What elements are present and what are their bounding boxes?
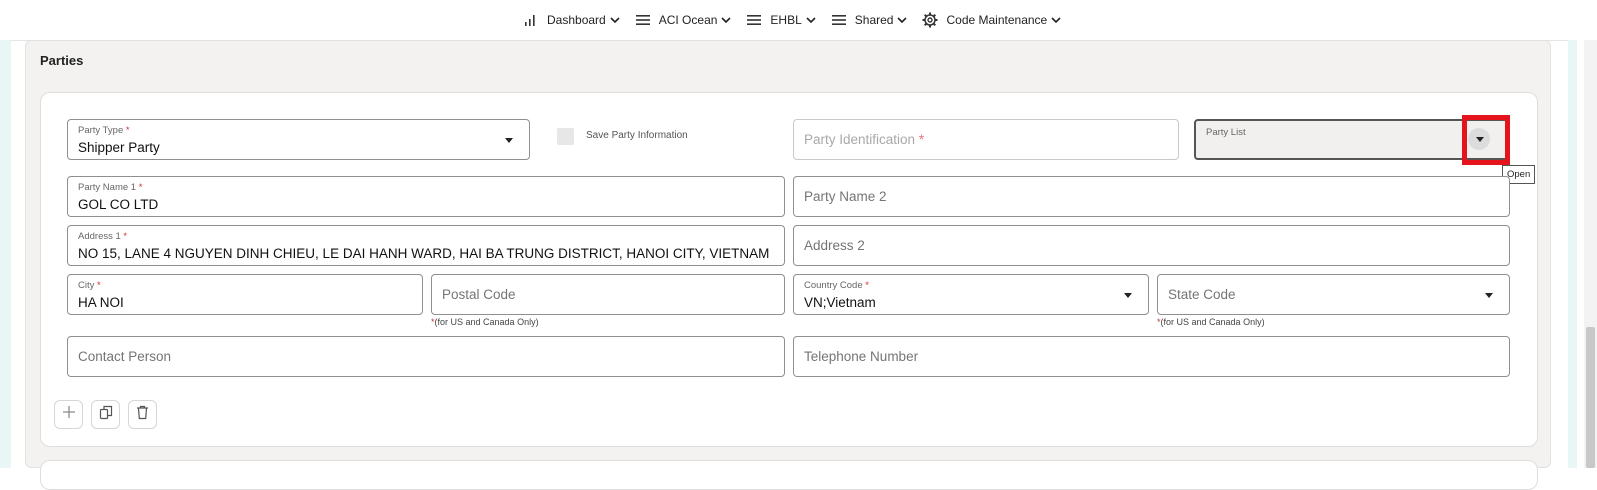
party-list-label: Party List [1206,127,1246,138]
nav-shared-label: Shared [854,13,894,27]
scrollbar-thumb[interactable] [1586,327,1595,468]
chevron-down-icon [1051,16,1061,24]
caret-down-icon [1485,293,1493,298]
state-code-placeholder: State Code [1168,287,1236,302]
party-name-2-field[interactable]: Party Name 2 [793,176,1510,217]
chevron-down-icon [721,16,731,24]
section-title: Parties [40,53,84,68]
city-value: HA NOI [78,295,124,310]
address-1-field[interactable]: Address 1 * NO 15, LANE 4 NGUYEN DINH CH… [67,225,785,266]
chevron-down-icon [610,16,620,24]
address-2-field[interactable]: Address 2 [793,225,1510,266]
nav-code-maintenance-label: Code Maintenance [946,13,1048,27]
menu-icon [634,11,652,29]
country-code-value: VN;Vietnam [804,295,876,310]
party-name-2-placeholder: Party Name 2 [804,189,887,204]
top-navigation: Dashboard ACI Ocean EHBL Shared Code Mai… [0,0,1597,41]
nav-code-maintenance[interactable]: Code Maintenance [921,10,1061,30]
nav-ehbl-label: EHBL [770,13,802,27]
bar-chart-icon [522,11,540,29]
postal-code-hint: (for US and Canada Only) [434,317,539,327]
required-mark: * [123,231,128,242]
city-field[interactable]: City * HA NOI [67,274,423,315]
nav-aci-ocean[interactable]: ACI Ocean [634,10,732,30]
address-1-value: NO 15, LANE 4 NGUYEN DINH CHIEU, LE DAI … [78,246,770,261]
delete-party-button[interactable] [128,400,157,429]
menu-icon [830,11,848,29]
highlight-box [1462,115,1510,165]
left-accent-strip [0,40,11,468]
add-party-button[interactable] [54,400,83,429]
postal-code-placeholder: Postal Code [442,287,516,302]
party-name-1-value: GOL CO LTD [78,197,159,212]
copy-party-button[interactable] [91,400,120,429]
nav-ehbl[interactable]: EHBL [745,10,816,30]
caret-down-icon [505,138,513,143]
next-party-card [40,460,1538,490]
address-2-placeholder: Address 2 [804,238,865,253]
party-type-value: Shipper Party [78,140,160,155]
chevron-down-icon [897,16,908,24]
state-code-hint: (for US and Canada Only) [1160,317,1265,327]
party-name-1-label: Party Name 1 [78,182,137,193]
contact-person-placeholder: Contact Person [78,349,172,364]
country-code-select[interactable]: Country Code * VN;Vietnam [793,274,1149,315]
save-party-label: Save Party Information [586,130,688,141]
trash-icon [136,405,149,425]
telephone-number-field[interactable]: Telephone Number [793,336,1510,377]
telephone-number-placeholder: Telephone Number [804,349,919,364]
required-mark: * [125,125,130,136]
party-type-select[interactable]: Party Type * Shipper Party [67,119,530,160]
required-mark: * [97,280,101,291]
party-identification-placeholder: Party Identification [804,132,916,147]
state-code-select[interactable]: State Code [1157,274,1510,315]
plus-icon [62,405,76,424]
save-party-checkbox[interactable] [557,128,574,145]
party-identification-field[interactable]: Party Identification * [793,119,1179,160]
required-mark: * [865,280,869,291]
copy-icon [99,405,113,425]
party-type-label: Party Type [78,125,124,136]
address-1-label: Address 1 [78,231,121,242]
chevron-down-icon [806,16,816,24]
contact-person-field[interactable]: Contact Person [67,336,785,377]
party-name-1-field[interactable]: Party Name 1 * GOL CO LTD [67,176,785,217]
city-label: City [78,280,95,291]
caret-down-icon [1124,293,1132,298]
nav-shared[interactable]: Shared [830,10,908,30]
postal-code-field[interactable]: Postal Code [431,274,785,315]
nav-dashboard-label: Dashboard [547,13,606,27]
menu-icon [745,11,763,29]
country-code-label: Country Code [804,280,863,291]
required-mark: * [918,132,925,147]
nav-dashboard[interactable]: Dashboard [522,10,620,30]
gear-icon [921,11,939,29]
required-mark: * [138,182,143,193]
nav-aci-ocean-label: ACI Ocean [658,13,718,27]
